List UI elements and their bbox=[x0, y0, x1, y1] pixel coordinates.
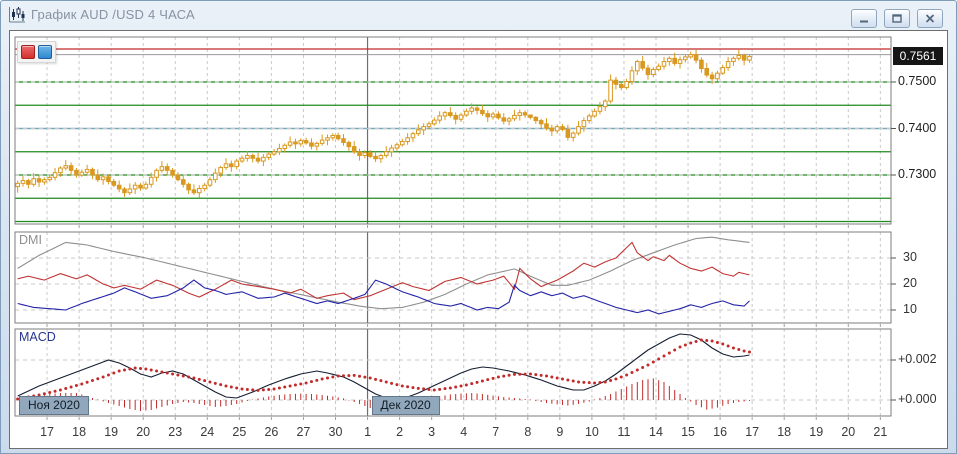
day-label: 19 bbox=[809, 425, 824, 439]
day-label: 3 bbox=[428, 425, 436, 439]
day-label: 30 bbox=[328, 425, 343, 439]
day-label: 23 bbox=[168, 425, 183, 439]
day-label: 20 bbox=[136, 425, 151, 439]
day-label: 11 bbox=[617, 425, 631, 439]
main-plot-area[interactable] bbox=[15, 37, 891, 224]
price-axis-label: 0.7500 bbox=[898, 74, 937, 88]
day-label: 14 bbox=[649, 425, 663, 439]
macd-axis-label: +0.002 bbox=[898, 352, 937, 366]
current-price-badge: 0.7561 bbox=[893, 47, 943, 65]
dmi-axis-label: 30 bbox=[903, 250, 917, 264]
day-label: 17 bbox=[745, 425, 760, 439]
day-label: 1 bbox=[364, 425, 372, 439]
macd-plot-area[interactable] bbox=[15, 329, 891, 416]
day-label: 2 bbox=[396, 425, 404, 439]
day-label: 7 bbox=[492, 425, 500, 439]
macd-axis-label: +0.000 bbox=[898, 392, 937, 406]
day-label: 9 bbox=[556, 425, 564, 439]
dmi-axis-label: 10 bbox=[903, 302, 917, 316]
day-label: 19 bbox=[104, 425, 119, 439]
day-label: 18 bbox=[777, 425, 792, 439]
chart-root: 0.7500 0.7400 0.7300 30 20 10 +0.002 +0.000 17 18… bbox=[1, 1, 956, 453]
day-label: 16 bbox=[713, 425, 728, 439]
day-label: 25 bbox=[232, 425, 247, 439]
chart-window: График AUD /USD 4 ЧАСА 0.7500 0.7400 0.730… bbox=[0, 0, 957, 454]
price-axis-label: 0.7400 bbox=[898, 120, 937, 135]
price-axis-label: 0.7300 bbox=[898, 167, 937, 181]
day-label: 26 bbox=[264, 425, 279, 439]
day-label: 4 bbox=[460, 425, 468, 439]
day-label: 20 bbox=[841, 425, 856, 439]
day-label: 24 bbox=[200, 425, 215, 439]
day-label: 15 bbox=[681, 425, 695, 439]
day-label: 18 bbox=[72, 425, 87, 439]
day-label: 21 bbox=[873, 425, 888, 439]
day-label: 17 bbox=[40, 425, 54, 439]
dmi-axis-label: 20 bbox=[903, 276, 917, 290]
day-label: 27 bbox=[296, 425, 311, 439]
day-label: 10 bbox=[584, 425, 599, 439]
dmi-plot-area[interactable] bbox=[15, 232, 891, 323]
day-label: 8 bbox=[524, 425, 532, 439]
